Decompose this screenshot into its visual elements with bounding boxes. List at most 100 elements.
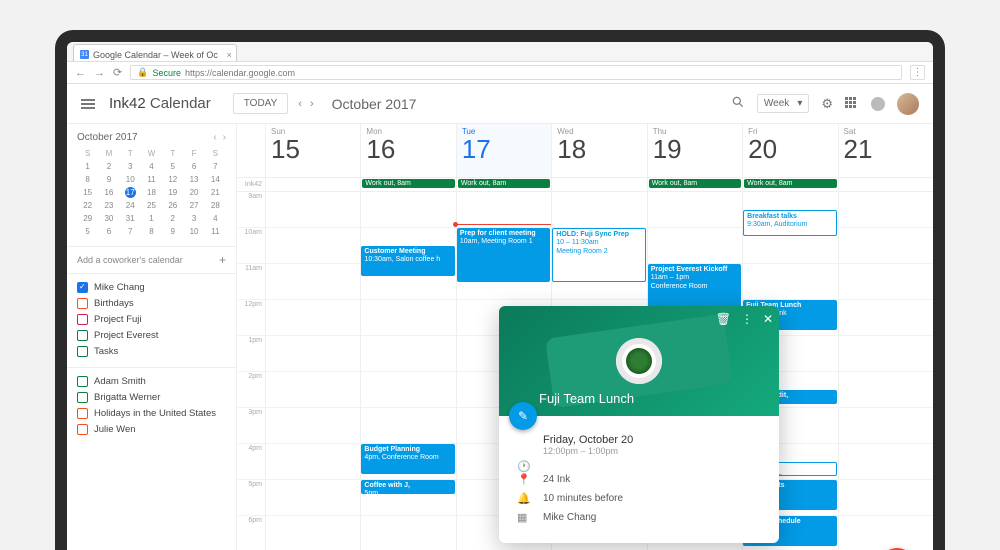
time-cell[interactable] <box>265 516 360 550</box>
close-icon[interactable]: ✕ <box>763 312 773 326</box>
delete-icon[interactable]: 🗑 <box>716 312 731 326</box>
mini-cal-day[interactable]: 10 <box>183 225 204 238</box>
mini-cal-day[interactable]: 8 <box>77 173 98 186</box>
all-day-cell[interactable]: Work out, 8am <box>456 178 551 191</box>
notifications-icon[interactable] <box>871 97 885 111</box>
mini-cal-day[interactable]: 31 <box>120 212 141 225</box>
time-cell[interactable] <box>265 300 360 335</box>
mini-cal-day[interactable]: 25 <box>141 199 162 212</box>
time-cell[interactable] <box>265 408 360 443</box>
time-cell[interactable] <box>265 336 360 371</box>
mini-cal-day[interactable]: 3 <box>120 160 141 173</box>
time-cell[interactable] <box>265 264 360 299</box>
mini-cal-day[interactable]: 11 <box>205 225 226 238</box>
calendar-toggle[interactable]: Birthdays <box>77 298 226 309</box>
mini-cal-day[interactable]: 1 <box>141 212 162 225</box>
calendar-toggle[interactable]: Project Fuji <box>77 314 226 325</box>
day-header[interactable]: Sat21 <box>838 124 933 177</box>
time-cell[interactable] <box>360 336 455 371</box>
mini-cal-day[interactable]: 26 <box>162 199 183 212</box>
browser-tab[interactable]: 31 Google Calendar – Week of Oc × <box>73 44 237 61</box>
calendar-event[interactable]: Customer Meeting10:30am, Salon coffee h <box>361 246 454 276</box>
add-calendar-field[interactable]: Add a coworker's calendar + <box>67 246 236 274</box>
calendar-event[interactable]: Coffee with J,5pm <box>361 480 454 494</box>
mini-cal-day[interactable]: 19 <box>162 186 183 199</box>
time-cell[interactable] <box>265 228 360 263</box>
mini-cal-day[interactable]: 18 <box>141 186 162 199</box>
mini-cal-day[interactable]: 7 <box>205 160 226 173</box>
time-cell[interactable] <box>265 444 360 479</box>
time-cell[interactable] <box>360 516 455 550</box>
calendar-event[interactable]: Project Everest Kickoff11am – 1pmConfere… <box>648 264 741 308</box>
all-day-cell[interactable]: Work out, 8am <box>742 178 837 191</box>
browser-menu-icon[interactable]: ⋮ <box>910 65 925 80</box>
day-header[interactable]: Fri20 <box>742 124 837 177</box>
mini-cal-day[interactable]: 14 <box>205 173 226 186</box>
time-cell[interactable] <box>838 516 933 550</box>
mini-cal-day[interactable]: 4 <box>205 212 226 225</box>
time-cell[interactable] <box>838 480 933 515</box>
time-cell[interactable] <box>742 264 837 299</box>
day-header[interactable]: Sun15 <box>265 124 360 177</box>
back-icon[interactable]: ← <box>75 67 86 79</box>
calendar-toggle[interactable]: Brigatta Werner <box>77 392 226 403</box>
mini-cal-day[interactable]: 6 <box>183 160 204 173</box>
time-cell[interactable] <box>265 480 360 515</box>
account-avatar[interactable] <box>897 93 919 115</box>
search-icon[interactable] <box>731 95 745 112</box>
mini-cal-day[interactable]: 13 <box>183 173 204 186</box>
mini-cal-day[interactable]: 16 <box>98 186 119 199</box>
all-day-cell[interactable]: Work out, 8am <box>360 178 455 191</box>
checkbox-icon[interactable] <box>77 424 88 435</box>
mini-cal-day[interactable]: 11 <box>141 173 162 186</box>
all-day-event[interactable]: Work out, 8am <box>362 179 454 188</box>
all-day-event[interactable]: Work out, 8am <box>458 179 550 188</box>
calendar-toggle[interactable]: Adam Smith <box>77 376 226 387</box>
mini-prev-icon[interactable]: ‹ <box>213 132 216 143</box>
checkbox-icon[interactable] <box>77 282 88 293</box>
mini-cal-day[interactable]: 6 <box>98 225 119 238</box>
time-cell[interactable] <box>838 408 933 443</box>
calendar-event[interactable]: Breakfast talks9:30am, Auditorium <box>743 210 836 236</box>
day-header[interactable]: Wed18 <box>551 124 646 177</box>
mini-cal-day[interactable]: 2 <box>162 212 183 225</box>
mini-cal-day[interactable]: 4 <box>141 160 162 173</box>
mini-cal-day[interactable]: 23 <box>98 199 119 212</box>
time-cell[interactable] <box>647 228 742 263</box>
day-header[interactable]: Mon16 <box>360 124 455 177</box>
plus-icon[interactable]: + <box>219 253 226 267</box>
calendar-toggle[interactable]: Tasks <box>77 346 226 357</box>
checkbox-icon[interactable] <box>77 314 88 325</box>
day-header[interactable]: Tue17 <box>456 124 551 177</box>
all-day-cell[interactable] <box>265 178 360 191</box>
calendar-toggle[interactable]: Holidays in the United States <box>77 408 226 419</box>
view-selector[interactable]: Week ▾ <box>757 94 809 113</box>
mini-cal-day[interactable]: 15 <box>77 186 98 199</box>
mini-calendar[interactable]: SMTWTFS123456789101112131415161718192021… <box>77 147 226 238</box>
mini-cal-day[interactable]: 10 <box>120 173 141 186</box>
calendar-toggle[interactable]: Mike Chang <box>77 282 226 293</box>
time-cell[interactable] <box>360 192 455 227</box>
mini-cal-day[interactable]: 5 <box>77 225 98 238</box>
time-cell[interactable] <box>265 372 360 407</box>
prev-week-icon[interactable]: ‹ <box>294 98 306 110</box>
menu-icon[interactable] <box>81 99 95 109</box>
mini-cal-day[interactable]: 3 <box>183 212 204 225</box>
mini-cal-day[interactable]: 27 <box>183 199 204 212</box>
time-cell[interactable] <box>360 372 455 407</box>
calendar-event[interactable]: HOLD: Fuji Sync Prep10 – 11:30amMeeting … <box>552 228 645 282</box>
address-bar[interactable]: 🔒 Secure https://calendar.google.com <box>130 65 902 80</box>
mini-cal-day[interactable]: 20 <box>183 186 204 199</box>
edit-button[interactable]: ✎ <box>509 402 537 430</box>
time-cell[interactable] <box>360 300 455 335</box>
calendar-toggle[interactable]: Julie Wen <box>77 424 226 435</box>
mini-cal-day[interactable]: 29 <box>77 212 98 225</box>
calendar-toggle[interactable]: Project Everest <box>77 330 226 341</box>
all-day-event[interactable]: Work out, 8am <box>649 179 741 188</box>
forward-icon[interactable]: → <box>94 67 105 79</box>
calendar-event[interactable]: Prep for client meeting10am, Meeting Roo… <box>457 228 550 282</box>
today-button[interactable]: TODAY <box>233 93 289 114</box>
mini-next-icon[interactable]: › <box>223 132 226 143</box>
time-cell[interactable] <box>647 192 742 227</box>
time-cell[interactable] <box>360 408 455 443</box>
